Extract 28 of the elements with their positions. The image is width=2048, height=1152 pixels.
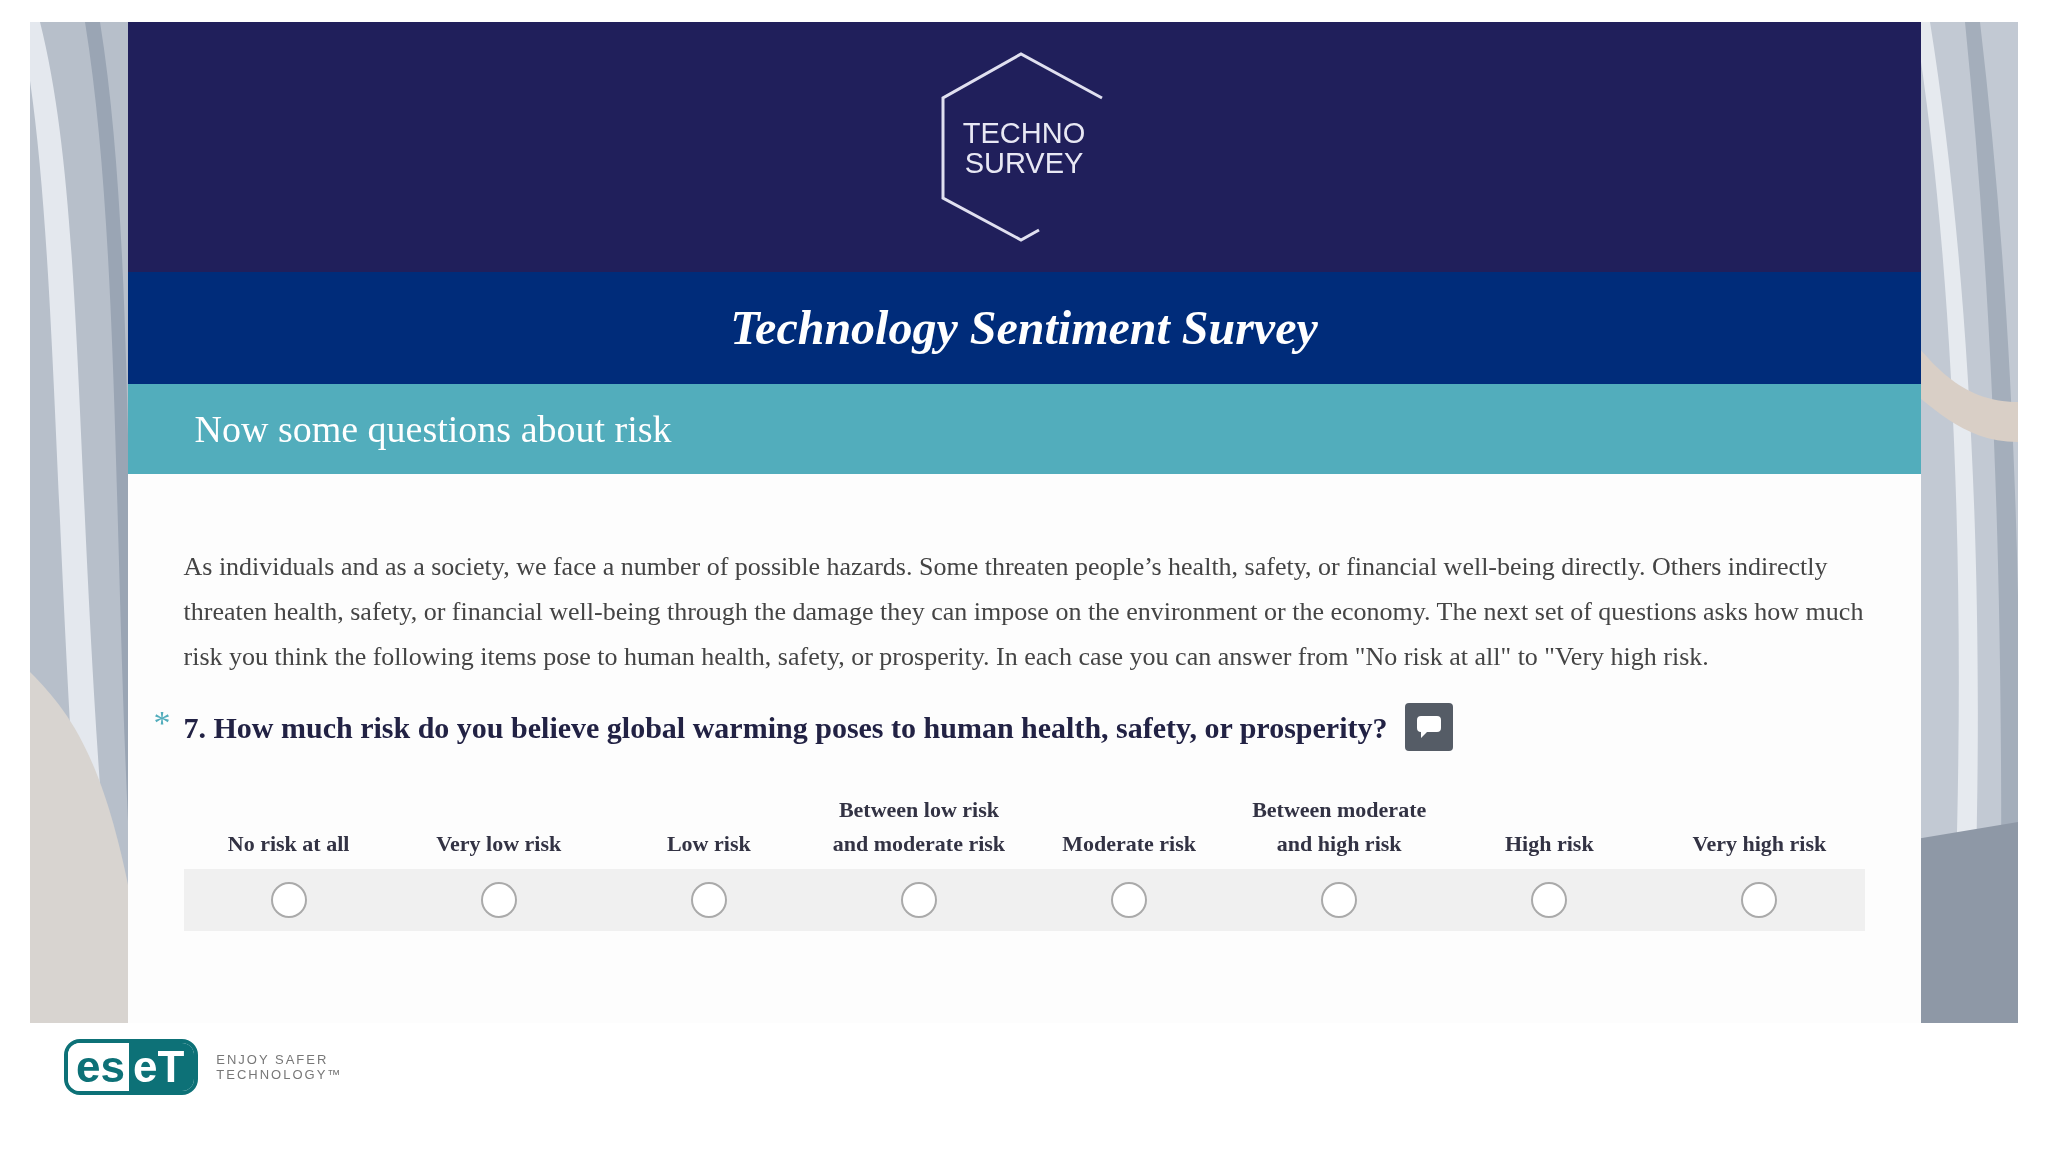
radio-button[interactable]: [1111, 882, 1148, 918]
option-label: Very low risk: [436, 830, 562, 858]
option-label: Very high risk: [1692, 830, 1827, 858]
logo-text: SURVEY: [964, 148, 1084, 178]
option-label: Between moderate and high risk: [1251, 796, 1428, 858]
tagline-text: ENJOY SAFER: [216, 1052, 330, 1067]
logo-text: TECHNO: [962, 118, 1086, 148]
radio-button[interactable]: [690, 882, 727, 918]
radio-button[interactable]: [270, 882, 307, 918]
option-label: Between low risk and moderate risk: [831, 796, 1007, 858]
required-mark: *: [153, 703, 171, 743]
survey-title: Technology Sentiment Survey: [730, 300, 1318, 356]
option-label: No risk at all: [227, 830, 350, 858]
option-label: Moderate risk: [1062, 830, 1196, 858]
radio-button[interactable]: [1321, 882, 1358, 918]
tagline-text: TECHNOLOGY™: [216, 1067, 343, 1082]
speech-bubble-icon: [1415, 714, 1444, 740]
radio-button[interactable]: [480, 882, 517, 918]
brand-text: eT: [128, 1043, 195, 1091]
question-text: 7. How much risk do you believe global warming poses to human health, safety, or prosperity?: [183, 709, 1388, 746]
radio-button[interactable]: [900, 882, 937, 918]
radio-button[interactable]: [1531, 882, 1568, 918]
option-label: Low risk: [666, 830, 751, 858]
option-label: High risk: [1505, 830, 1594, 858]
section-title: Now some questions about risk: [194, 406, 672, 452]
comment-button[interactable]: [1405, 703, 1454, 751]
intro-paragraph: As individuals and as a society, we face a number of possible hazards. Some threaten people’s health, safety, or financial well-being directly. Others indirectly threaten health, safety, or financial well-being through the damage they can impose on the environment or the economy. The next set of questions asks how much risk you think the following items pose to human health, safety, or prosperity. In each case you can answer from "No risk at all" to "Very high risk.: [183, 551, 1865, 673]
radio-button[interactable]: [1741, 882, 1778, 918]
